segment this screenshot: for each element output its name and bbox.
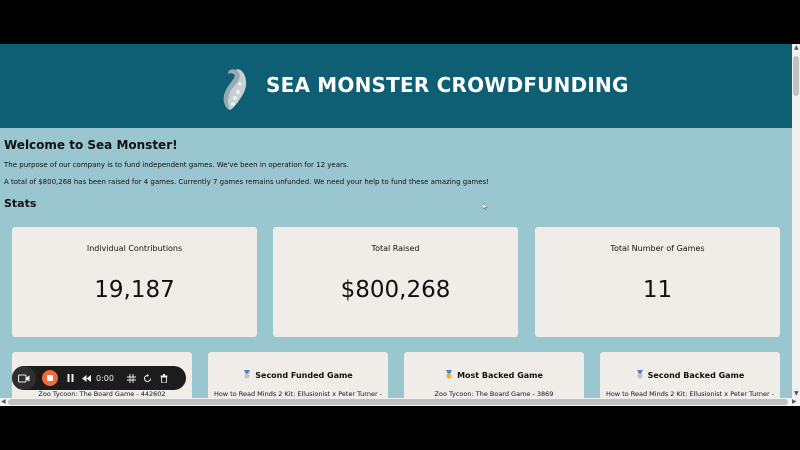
pause-icon[interactable] <box>62 369 78 387</box>
horizontal-scroll-thumb[interactable] <box>8 399 788 405</box>
game-card-title: Second Backed Game <box>647 371 745 380</box>
game-card-name: Zoo Tycoon: The Board Game - 442602 <box>38 390 166 398</box>
game-card-title: Most Backed Game <box>457 371 543 380</box>
stat-card-contributions: Individual Contributions 19,187 <box>12 227 257 337</box>
game-card-name: How to Read Minds 2 Kit: Ellusionist x P… <box>605 390 775 398</box>
game-card-title: Second Funded Game <box>255 371 353 380</box>
grid-icon[interactable] <box>124 369 140 387</box>
stats-heading: Stats <box>4 197 37 210</box>
stat-value: 19,187 <box>94 277 175 303</box>
page-viewport: SEA MONSTER CROWDFUNDING Welcome to Sea … <box>0 44 792 398</box>
scroll-down-icon[interactable]: ▼ <box>794 390 799 398</box>
restart-icon[interactable] <box>140 369 156 387</box>
scroll-up-icon[interactable]: ▲ <box>794 44 799 52</box>
scroll-right-icon[interactable]: ▶ <box>792 398 797 406</box>
vertical-scrollbar[interactable]: ▲ ▼ <box>792 44 800 398</box>
game-card-second-backed: Second Backed Game How to Read Minds 2 K… <box>600 352 780 398</box>
tentacle-icon <box>223 69 247 110</box>
stat-value: $800,268 <box>340 277 451 303</box>
site-header: SEA MONSTER CROWDFUNDING <box>0 44 792 128</box>
game-card-most-backed: Most Backed Game Zoo Tycoon: The Board G… <box>404 352 584 398</box>
raised-summary-text: A total of $800,268 has been raised for … <box>4 178 490 186</box>
recording-timer: 0:00 <box>96 373 114 383</box>
screen-recorder-toolbar: 0:00 <box>12 366 186 390</box>
stat-label: Total Number of Games <box>610 244 705 253</box>
game-card-name: How to Read Minds 2 Kit: Ellusionist x P… <box>213 390 383 398</box>
gold-medal-icon <box>446 370 453 379</box>
game-card-second-funded: Second Funded Game How to Read Minds 2 K… <box>208 352 388 398</box>
stat-label: Individual Contributions <box>86 244 183 253</box>
welcome-heading: Welcome to Sea Monster! <box>4 138 178 152</box>
trash-icon[interactable] <box>156 369 172 387</box>
horizontal-scrollbar[interactable]: ◀ ▶ <box>0 398 800 406</box>
mouse-cursor-icon <box>483 203 488 210</box>
rewind-icon[interactable] <box>78 369 94 387</box>
vertical-scroll-thumb[interactable] <box>793 56 799 96</box>
site-title: SEA MONSTER CROWDFUNDING <box>266 73 629 97</box>
stat-label: Total Raised <box>371 244 420 253</box>
silver-medal-icon <box>636 370 643 379</box>
stat-card-total-raised: Total Raised $800,268 <box>273 227 518 337</box>
game-card-name: Zoo Tycoon: The Board Game - 3869 <box>434 390 554 398</box>
stat-value: 11 <box>642 277 673 303</box>
silver-medal-icon <box>244 370 251 379</box>
camera-icon[interactable] <box>12 366 36 390</box>
stop-icon[interactable] <box>42 370 58 386</box>
stat-card-number-of-games: Total Number of Games 11 <box>535 227 780 337</box>
scroll-left-icon[interactable]: ◀ <box>1 398 6 406</box>
purpose-text: The purpose of our company is to fund in… <box>4 161 349 169</box>
